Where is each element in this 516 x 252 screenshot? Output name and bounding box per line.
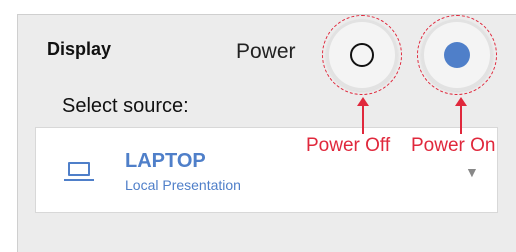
power-off-button[interactable]	[326, 19, 398, 91]
power-off-annotation: Power Off	[306, 135, 391, 157]
hollow-circle-icon	[350, 43, 374, 67]
filled-circle-icon	[444, 42, 470, 68]
power-off-annotation-arrow-icon	[357, 97, 369, 106]
source-subtitle: Local Presentation	[125, 177, 241, 193]
power-label: Power	[236, 40, 296, 63]
source-name: LAPTOP	[125, 150, 206, 172]
power-on-annotation-arrow-icon	[455, 97, 467, 106]
power-on-button[interactable]	[421, 19, 493, 91]
select-source-label: Select source:	[62, 95, 189, 117]
panel-title: Display	[47, 39, 112, 59]
power-on-annotation: Power On	[411, 135, 496, 157]
chevron-down-icon[interactable]: ▼	[465, 164, 479, 180]
laptop-base-icon	[64, 179, 94, 181]
power-off-annotation-line	[362, 104, 364, 134]
power-on-annotation-line	[460, 104, 462, 134]
laptop-icon	[68, 162, 90, 176]
